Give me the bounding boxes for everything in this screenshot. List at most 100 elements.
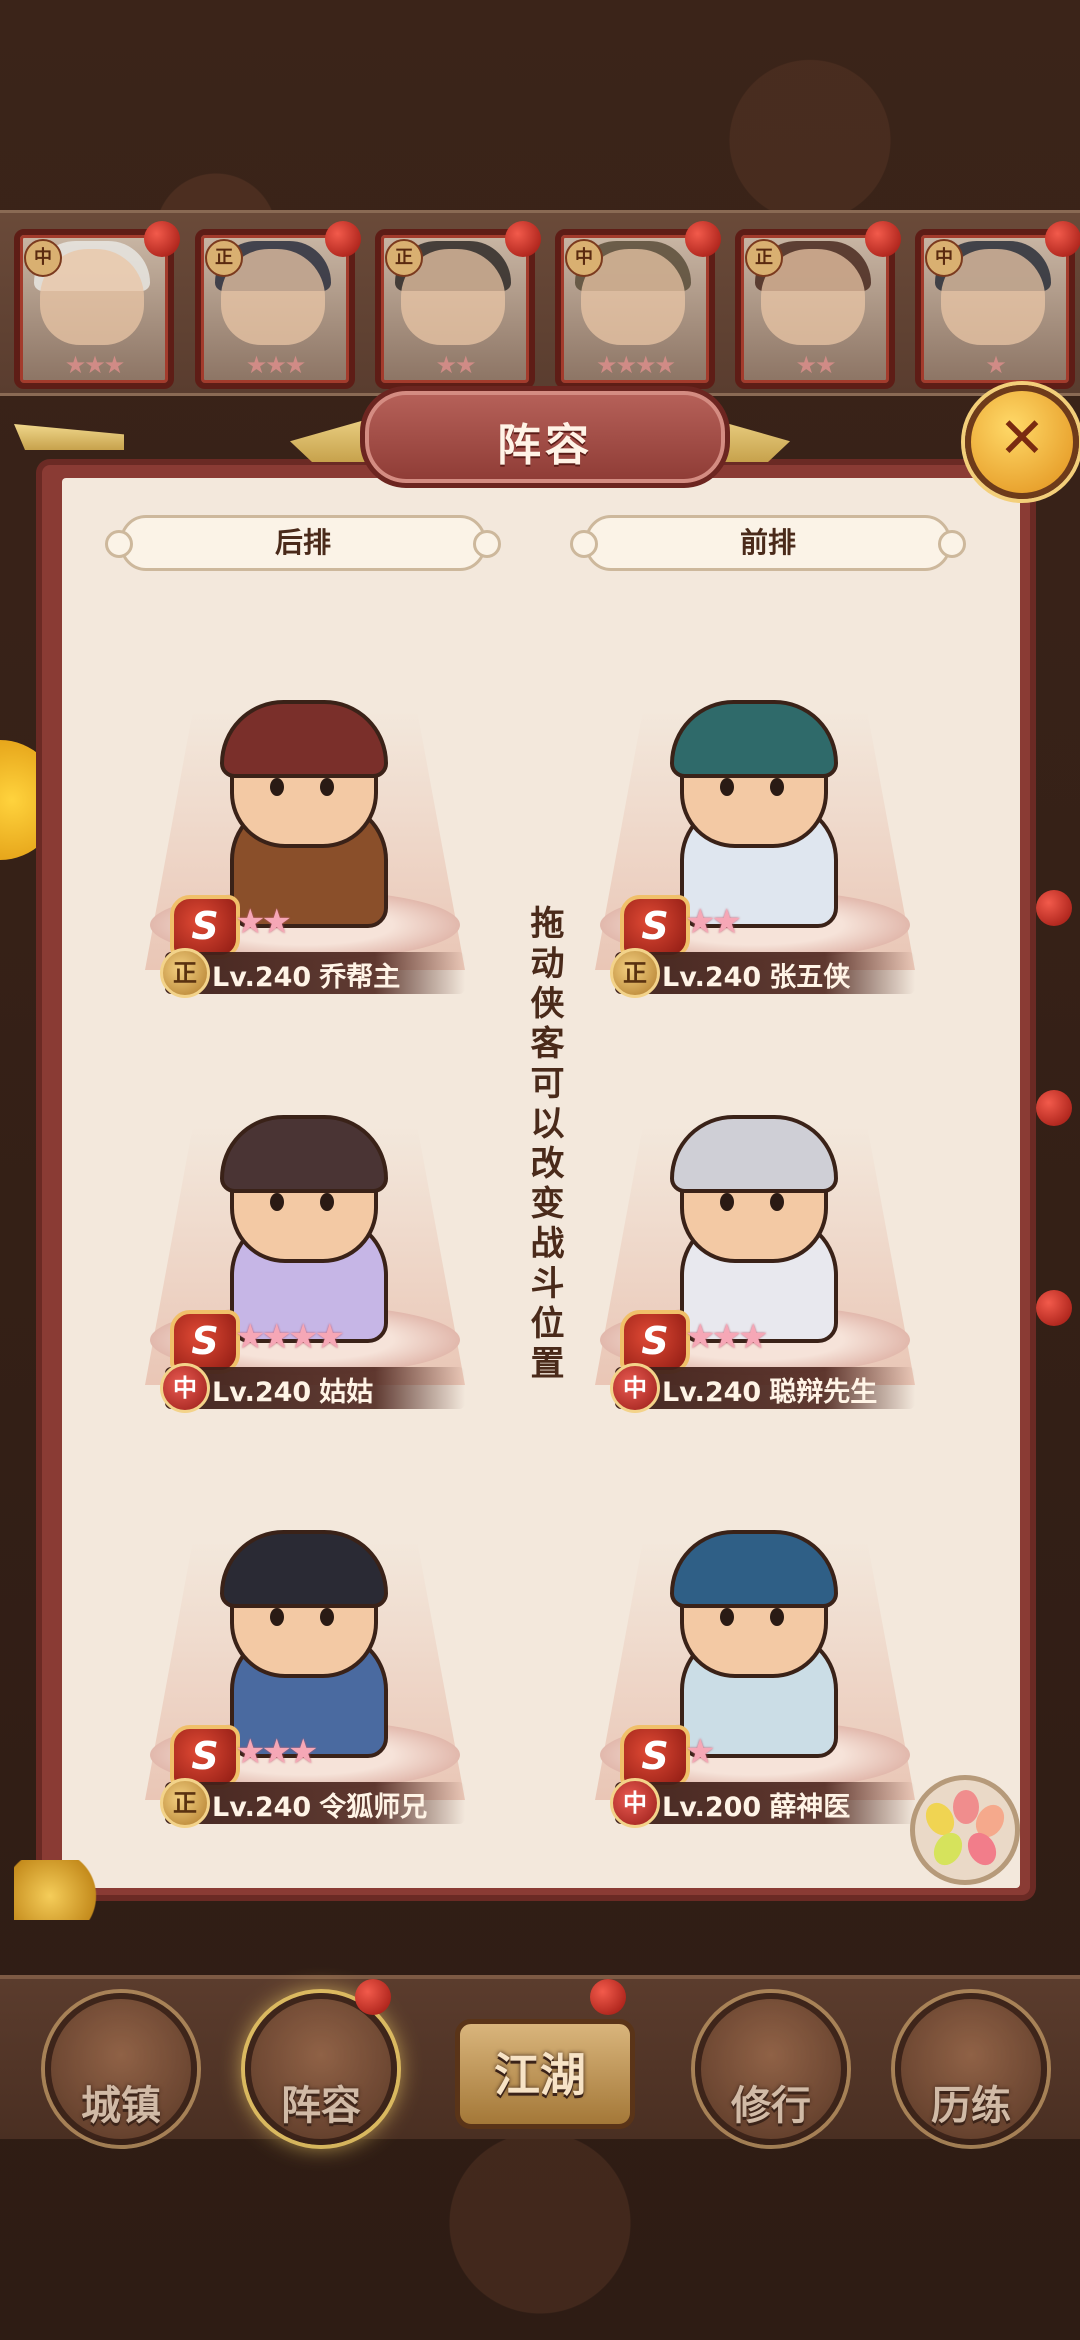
hero-level: Lv.240 [662, 1377, 762, 1408]
hero-eye [270, 778, 284, 796]
position-icon: 正 [160, 1778, 210, 1828]
star-rating: ★★★ [235, 1732, 318, 1772]
close-icon: ✕ [998, 406, 1046, 471]
hero-slot-front-3[interactable]: S ★ 中 Lv.200 薛神医 [560, 1520, 950, 1840]
star-rating: ★★★★ [235, 1317, 345, 1357]
hero-info: Lv.240 乔帮主 [212, 955, 400, 994]
back-row-header: 后排 [105, 515, 501, 571]
hero-level: Lv.240 [212, 1377, 312, 1408]
hero-name: 张五侠 [769, 962, 851, 993]
nav-training[interactable]: 修行 [695, 1993, 847, 2145]
hero-name: 聪辩先生 [769, 1377, 878, 1408]
notification-dot [590, 1979, 626, 2015]
title-plate: 阵容 [360, 386, 730, 488]
position-tag: 中 [925, 239, 963, 277]
hero-info: Lv.240 聪辩先生 [662, 1370, 877, 1409]
hero-eye [320, 1608, 334, 1626]
hero-slot-back-3[interactable]: S ★★★ 正 Lv.240 令狐师兄 [110, 1520, 500, 1840]
hero-thumbnail[interactable]: 正 ★★ [375, 221, 541, 389]
notification-dot [144, 221, 180, 257]
hero-eye [270, 1193, 284, 1211]
notification-dot [505, 221, 541, 257]
hero-name: 乔帮主 [319, 962, 401, 993]
hero-slot-back-2[interactable]: S ★★★★ 中 Lv.240 姑姑 [110, 1105, 500, 1425]
notification-dot [685, 221, 721, 257]
hero-slot-back-1[interactable]: S ★★ 正 Lv.240 乔帮主 [110, 690, 500, 1010]
hero-level: Lv.200 [662, 1792, 762, 1823]
position-tag: 中 [24, 239, 62, 277]
nav-label: 修行 [731, 2083, 811, 2129]
hero-name: 薛神医 [769, 1792, 851, 1823]
hero-stars: ★★ [795, 351, 836, 379]
drag-instruction: 拖动侠客可以改变战斗位置 [524, 905, 564, 1385]
hero-eye [770, 1608, 784, 1626]
position-tag: 正 [385, 239, 423, 277]
flower-petal [953, 1790, 979, 1824]
hero-info: Lv.240 张五侠 [662, 955, 850, 994]
position-tag: 中 [565, 239, 603, 277]
hero-stars: ★★★ [64, 351, 126, 379]
close-button[interactable]: ✕ [965, 385, 1079, 499]
hero-stars: ★★★ [245, 351, 307, 379]
hero-eye [320, 1193, 334, 1211]
hero-level: Lv.240 [212, 1792, 312, 1823]
hero-eye [270, 1608, 284, 1626]
position-tag: 正 [745, 239, 783, 277]
hero-thumbnail[interactable]: 中 ★ [915, 221, 1080, 389]
star-rating: ★★★ [685, 1317, 768, 1357]
flower-button[interactable] [910, 1775, 1020, 1885]
hero-stars: ★★★★ [595, 351, 676, 379]
star-rating: ★ [685, 1732, 716, 1772]
hero-roster-strip: 中 ★★★ 正 ★★★ 正 ★★ 中 ★★★★ 正 ★★ 中 ★ [0, 210, 1080, 396]
nav-label: 城镇 [81, 2083, 161, 2129]
nav-formation[interactable]: 阵容 [245, 1993, 397, 2145]
hero-eye [720, 778, 734, 796]
position-icon: 正 [160, 948, 210, 998]
star-rating: ★★ [685, 902, 742, 942]
gold-cloud-ornament [14, 1860, 104, 1920]
hero-slot-front-2[interactable]: S ★★★ 中 Lv.240 聪辩先生 [560, 1105, 950, 1425]
hero-eye [320, 778, 334, 796]
notification-dot [355, 1979, 391, 2015]
hero-slot-front-1[interactable]: S ★★ 正 Lv.240 张五侠 [560, 690, 950, 1010]
side-red-knob [1036, 890, 1072, 926]
hero-thumbnail[interactable]: 中 ★★★ [14, 221, 180, 389]
hero-stars: ★ [985, 351, 1007, 379]
hero-name: 令狐师兄 [319, 1792, 428, 1823]
dialog-title-bar: 阵容 [290, 380, 790, 490]
position-icon: 中 [610, 1363, 660, 1413]
hero-level: Lv.240 [212, 962, 312, 993]
notification-dot [1045, 221, 1080, 257]
side-red-knob [1036, 1090, 1072, 1126]
position-icon: 正 [610, 948, 660, 998]
hero-thumbnail[interactable]: 正 ★★ [735, 221, 901, 389]
hero-thumbnail[interactable]: 正 ★★★ [195, 221, 361, 389]
bottom-navigation: 城镇 阵容 江湖 修行 历练 [0, 1975, 1080, 2145]
hero-stars: ★★ [435, 351, 476, 379]
hero-eye [720, 1193, 734, 1211]
hero-info: Lv.240 姑姑 [212, 1370, 373, 1409]
flower-petal [962, 1827, 1002, 1871]
star-rating: ★★ [235, 902, 292, 942]
hero-eye [770, 778, 784, 796]
nav-label: 阵容 [281, 2083, 361, 2129]
hero-eye [720, 1608, 734, 1626]
notification-dot [865, 221, 901, 257]
hero-info: Lv.240 令狐师兄 [212, 1785, 427, 1824]
notification-dot [325, 221, 361, 257]
nav-town[interactable]: 城镇 [45, 1993, 197, 2145]
position-icon: 中 [160, 1363, 210, 1413]
position-icon: 中 [610, 1778, 660, 1828]
flower-petal [928, 1827, 968, 1871]
position-tag: 正 [205, 239, 243, 277]
hero-thumbnail[interactable]: 中 ★★★★ [555, 221, 721, 389]
dialog-title: 阵容 [497, 420, 593, 471]
hero-level: Lv.240 [662, 962, 762, 993]
hero-name: 姑姑 [319, 1377, 374, 1408]
nav-label: 历练 [931, 2083, 1011, 2129]
hero-info: Lv.200 薛神医 [662, 1785, 850, 1824]
nav-experience[interactable]: 历练 [895, 1993, 1047, 2145]
front-row-header: 前排 [570, 515, 966, 571]
hero-eye [770, 1193, 784, 1211]
nav-label: 江湖 [494, 2048, 586, 2102]
